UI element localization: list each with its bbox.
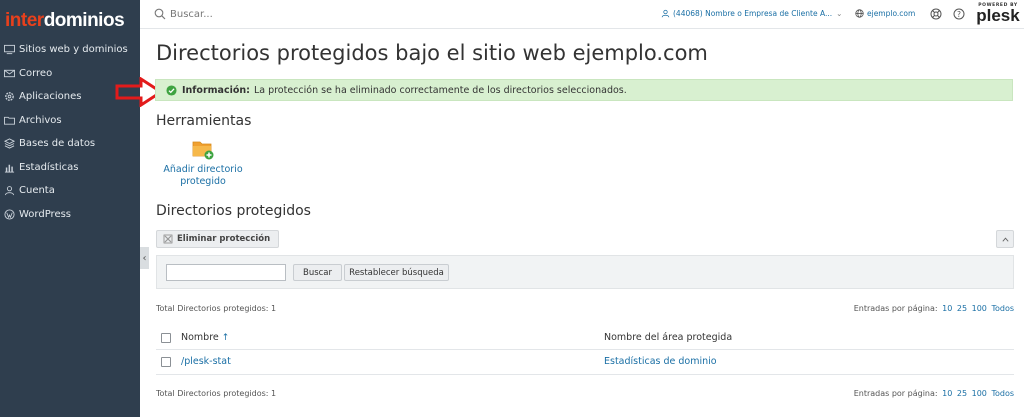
protected-directories-title: Directorios protegidos xyxy=(156,203,311,219)
page-size-100[interactable]: 100 xyxy=(972,304,987,313)
reset-search-button[interactable]: Restablecer búsqueda xyxy=(344,264,449,281)
directory-name-link[interactable]: /plesk-stat xyxy=(181,356,231,367)
sidebar-item-statistics[interactable]: Estadísticas xyxy=(0,156,140,180)
totals-bottom: Total Directorios protegidos: 1 xyxy=(156,389,277,398)
domain-name: ejemplo.com xyxy=(867,9,916,18)
add-protected-directory-label-line1: Añadir directorio xyxy=(163,164,243,175)
sidebar-item-label: Aplicaciones xyxy=(19,91,82,103)
pagination-top: Entradas por página: 10 25 100 Todos xyxy=(854,304,1014,313)
message-label: Información: xyxy=(182,84,250,96)
select-all-checkbox[interactable] xyxy=(161,333,171,343)
brand-logo-part2: dominios xyxy=(43,10,125,31)
globe-icon xyxy=(855,9,864,18)
search-icon xyxy=(154,8,166,20)
page-size-all[interactable]: Todos xyxy=(991,389,1014,398)
chevron-left-icon: ‹ xyxy=(142,252,147,264)
sidebar-item-label: Sitios web y dominios xyxy=(19,44,128,56)
success-message: Información: La protección se ha elimina… xyxy=(155,79,1013,101)
sidebar-item-label: Correo xyxy=(19,67,53,79)
page-size-100[interactable]: 100 xyxy=(972,389,987,398)
user-icon xyxy=(661,9,670,18)
svg-text:?: ? xyxy=(957,10,961,19)
column-header-name[interactable]: Nombre ↑ xyxy=(181,332,229,343)
gear-icon xyxy=(4,91,15,102)
mail-icon xyxy=(4,68,15,79)
sidebar-item-websites[interactable]: Sitios web y dominios xyxy=(0,38,140,62)
check-circle-icon xyxy=(166,84,177,96)
table-row: /plesk-stat Estadísticas de dominio xyxy=(156,350,1014,375)
page-size-10[interactable]: 10 xyxy=(942,304,952,313)
sidebar-item-databases[interactable]: Bases de datos xyxy=(0,132,140,156)
brand-logo[interactable]: interdominios xyxy=(0,0,140,38)
page-size-all[interactable]: Todos xyxy=(991,304,1014,313)
page-size-25[interactable]: 25 xyxy=(957,304,967,313)
account-menu[interactable]: (44068) Nombre o Empresa de Cliente A...… xyxy=(661,9,842,18)
sidebar-item-files[interactable]: Archivos xyxy=(0,109,140,133)
database-icon xyxy=(4,138,15,149)
user-icon xyxy=(4,185,15,196)
page-title: Directorios protegidos bajo el sitio web… xyxy=(156,41,708,65)
chevron-down-icon: ⌄ xyxy=(836,9,843,18)
sidebar: interdominios Sitios web y dominios Corr… xyxy=(0,0,140,417)
sidebar-item-label: Estadísticas xyxy=(19,161,79,173)
monitor-icon xyxy=(4,44,15,55)
column-header-area[interactable]: Nombre del área protegida xyxy=(604,332,732,343)
totals-top: Total Directorios protegidos: 1 xyxy=(156,304,277,313)
add-protected-directory-label-line2: protegido xyxy=(180,176,226,187)
search-button[interactable]: Buscar xyxy=(293,264,342,281)
wordpress-icon xyxy=(4,209,15,220)
page-size-10[interactable]: 10 xyxy=(942,389,952,398)
sidebar-item-label: WordPress xyxy=(19,208,72,220)
page-size-25[interactable]: 25 xyxy=(957,389,967,398)
sidebar-collapse-handle[interactable]: ‹ xyxy=(140,247,149,269)
topbar: (44068) Nombre o Empresa de Cliente A...… xyxy=(140,0,1024,29)
sidebar-item-account[interactable]: Cuenta xyxy=(0,179,140,203)
search-input[interactable] xyxy=(170,6,470,23)
remove-protection-label: Eliminar protección xyxy=(177,234,271,244)
remove-protection-icon xyxy=(163,234,173,244)
bar-chart-icon xyxy=(4,162,15,173)
protected-area-link[interactable]: Estadísticas de dominio xyxy=(604,356,717,367)
add-protected-directory-button[interactable]: Añadir directorio protegido xyxy=(160,137,246,188)
support-icon[interactable] xyxy=(930,8,942,20)
sort-asc-icon: ↑ xyxy=(221,333,230,343)
filter-search-input[interactable] xyxy=(166,264,286,281)
message-text: La protección se ha eliminado correctame… xyxy=(253,84,627,96)
table-header: Nombre ↑ Nombre del área protegida xyxy=(156,326,1014,350)
folder-icon xyxy=(4,115,15,126)
sidebar-item-wordpress[interactable]: WordPress xyxy=(0,203,140,227)
remove-protection-button[interactable]: Eliminar protección xyxy=(156,230,280,248)
account-name: (44068) Nombre o Empresa de Cliente A... xyxy=(673,9,833,18)
plesk-name: plesk xyxy=(976,6,1020,25)
column-header-name-label: Nombre xyxy=(181,332,219,343)
plesk-logo: POWERED BY plesk xyxy=(976,3,1020,25)
sidebar-item-label: Cuenta xyxy=(19,185,55,197)
filter-bar: Buscar Restablecer búsqueda xyxy=(156,255,1014,289)
entries-per-page-label: Entradas por página: xyxy=(853,389,938,398)
tools-title: Herramientas xyxy=(156,113,252,129)
collapse-list-button[interactable] xyxy=(996,230,1014,248)
sidebar-item-label: Archivos xyxy=(19,114,62,126)
pagination-bottom: Entradas por página: 10 25 100 Todos xyxy=(854,389,1014,398)
sidebar-nav: Sitios web y dominios Correo Aplicacione… xyxy=(0,38,140,226)
chevron-up-icon xyxy=(1001,236,1009,242)
entries-per-page-label: Entradas por página: xyxy=(853,304,938,313)
domain-link[interactable]: ejemplo.com xyxy=(855,9,915,18)
protected-directories-table: Nombre ↑ Nombre del área protegida /plesk… xyxy=(156,326,1014,375)
help-icon[interactable]: ? xyxy=(953,8,965,20)
row-checkbox[interactable] xyxy=(161,357,171,367)
brand-logo-part1: inter xyxy=(5,10,44,31)
folder-add-icon xyxy=(192,141,214,160)
sidebar-item-label: Bases de datos xyxy=(19,138,96,150)
